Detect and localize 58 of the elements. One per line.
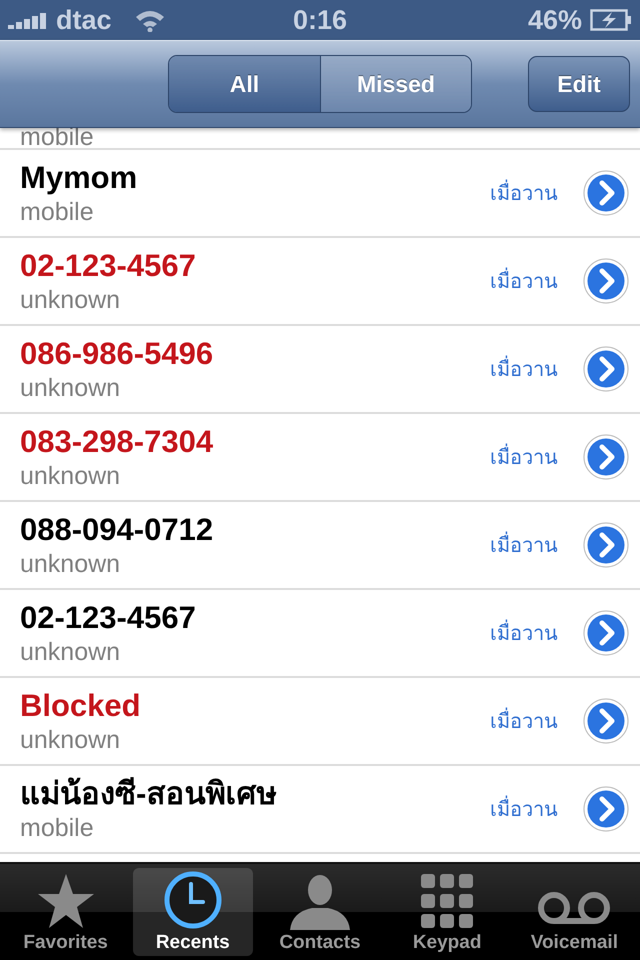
caller-name: แม่น้องซี-สอนพิเศษ	[20, 775, 276, 813]
caller-name: 02-123-4567	[20, 599, 196, 637]
call-type: mobile	[20, 813, 94, 843]
tab-bar-item[interactable]: Favorites	[6, 868, 126, 956]
call-date: เมื่อวาน	[490, 529, 558, 561]
call-type: unknown	[20, 549, 120, 579]
caller-name: Mymom	[20, 159, 138, 197]
disclosure-button[interactable]	[582, 345, 630, 393]
call-row[interactable]: 086-986-5496 unknown เมื่อวาน	[0, 326, 640, 414]
edit-button[interactable]: Edit	[528, 56, 630, 112]
keypad-icon	[421, 874, 474, 930]
clock-icon	[162, 870, 223, 930]
tab-bar-item[interactable]: Voicemail	[514, 868, 634, 956]
call-row[interactable]: 02-123-4567 unknown เมื่อวาน	[0, 590, 640, 678]
caller-name: 088-094-0712	[20, 511, 214, 549]
caller-name: 086-986-5496	[20, 335, 214, 373]
battery-icon	[590, 9, 632, 31]
call-row[interactable]: 083-298-7304 unknown เมื่อวาน	[0, 414, 640, 502]
call-row[interactable]: แม่น้องซี-สอนพิเศษ mobile เมื่อวาน	[0, 766, 640, 854]
disclosure-button[interactable]	[582, 697, 630, 745]
call-date: เมื่อวาน	[490, 265, 558, 297]
call-date: เมื่อวาน	[490, 793, 558, 825]
tab-bar-item[interactable]: Keypad	[387, 868, 508, 956]
call-type: unknown	[20, 373, 120, 403]
call-type: mobile	[20, 197, 94, 227]
disclosure-button[interactable]	[582, 433, 630, 481]
call-type: unknown	[20, 285, 120, 315]
disclosure-button[interactable]	[582, 257, 630, 305]
caller-name: Blocked	[20, 687, 141, 725]
battery-percent: 46%	[528, 4, 582, 36]
segment-tab[interactable]: All	[169, 56, 320, 112]
call-type: unknown	[20, 725, 120, 755]
call-type: mobile	[20, 122, 94, 152]
star-icon	[36, 872, 96, 930]
call-date: เมื่อวาน	[490, 353, 558, 385]
call-row[interactable]: Mymom mobile เมื่อวาน	[0, 150, 640, 238]
call-date: เมื่อวาน	[490, 441, 558, 473]
caller-name: 083-298-7304	[20, 423, 214, 461]
call-type: unknown	[20, 461, 120, 491]
call-date: เมื่อวาน	[490, 177, 558, 209]
wifi-icon	[134, 8, 166, 32]
call-row[interactable]: Blocked unknown เมื่อวาน	[0, 678, 640, 766]
call-row[interactable]: 088-094-0712 unknown เมื่อวาน	[0, 502, 640, 590]
signal-icon	[8, 11, 48, 29]
carrier-name: dtac	[56, 4, 112, 36]
person-icon	[288, 872, 352, 930]
call-date: เมื่อวาน	[490, 617, 558, 649]
disclosure-button[interactable]	[582, 785, 630, 833]
call-row[interactable]: 02-123-4567 unknown เมื่อวาน	[0, 238, 640, 326]
tab-bar-item[interactable]: Recents	[132, 868, 253, 956]
call-date: เมื่อวาน	[490, 705, 558, 737]
disclosure-button[interactable]	[582, 169, 630, 217]
tab-bar-item[interactable]: Contacts	[260, 868, 380, 956]
status-time: 0:16	[292, 4, 348, 36]
caller-name: 02-123-4567	[20, 247, 196, 285]
call-type: unknown	[20, 637, 120, 667]
disclosure-button[interactable]	[582, 521, 630, 569]
disclosure-button[interactable]	[582, 609, 630, 657]
